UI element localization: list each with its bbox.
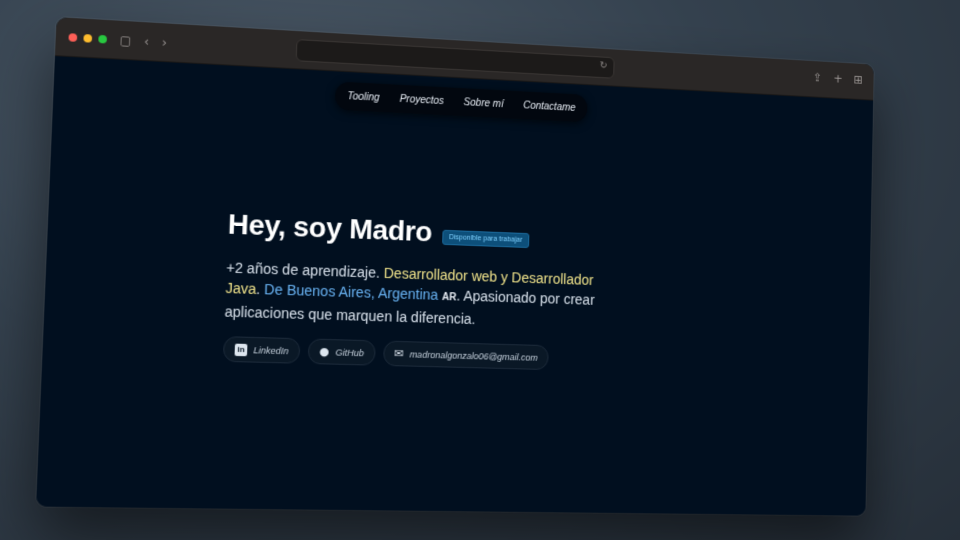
flag-ar: AR — [441, 291, 457, 304]
sidebar-icon[interactable]: ▢ — [119, 33, 132, 48]
email-button[interactable]: ✉ madronalgonzalo06@gmail.com — [382, 340, 549, 371]
hero-title-row: Hey, soy Madro Disponible para trabajar — [227, 208, 627, 256]
linkedin-button[interactable]: in LinkedIn — [222, 336, 301, 364]
toolbar-right: ⇪ + ⊞ — [813, 71, 863, 87]
maximize-window-button[interactable] — [98, 34, 108, 44]
bio-location-highlight: De Buenos Aires, Argentina — [264, 280, 439, 303]
social-links: in LinkedIn ● GitHub ✉ madronalgonzalo06… — [222, 336, 625, 372]
window-controls — [68, 32, 108, 44]
nav-item-tooling[interactable]: Tooling — [347, 91, 380, 104]
hero-section: Hey, soy Madro Disponible para trabajar … — [222, 208, 628, 372]
github-icon: ● — [319, 344, 330, 359]
github-button[interactable]: ● GitHub — [307, 338, 376, 366]
bio-text: +2 años de aprendizaje. Desarrollador we… — [224, 257, 626, 333]
email-label: madronalgonzalo06@gmail.com — [409, 348, 538, 363]
minimize-window-button[interactable] — [83, 33, 93, 43]
browser-window: ▢ ‹ › ↻ ⇪ + ⊞ Tooling Proyectos Sobre mí… — [36, 17, 874, 516]
nav-item-proyectos[interactable]: Proyectos — [399, 93, 444, 106]
bio-part-1: +2 años de aprendizaje. — [226, 259, 385, 281]
linkedin-label: LinkedIn — [253, 344, 289, 356]
linkedin-icon: in — [234, 343, 248, 356]
main-nav: Tooling Proyectos Sobre mí Contactame — [334, 81, 588, 123]
page-title: Hey, soy Madro — [227, 208, 433, 248]
mail-icon: ✉ — [394, 346, 404, 361]
share-icon[interactable]: ⇪ — [813, 71, 823, 85]
page-content: Tooling Proyectos Sobre mí Contactame He… — [36, 56, 874, 516]
nav-item-contactame[interactable]: Contactame — [523, 100, 576, 114]
github-label: GitHub — [335, 346, 365, 358]
forward-icon[interactable]: › — [162, 35, 168, 50]
new-tab-icon[interactable]: + — [833, 72, 842, 86]
back-icon[interactable]: ‹ — [144, 34, 150, 49]
nav-item-sobre-mi[interactable]: Sobre mí — [464, 97, 504, 110]
close-window-button[interactable] — [68, 32, 78, 42]
availability-badge: Disponible para trabajar — [441, 229, 530, 248]
stage: ▢ ‹ › ↻ ⇪ + ⊞ Tooling Proyectos Sobre mí… — [0, 0, 960, 540]
reload-icon[interactable]: ↻ — [599, 60, 607, 71]
tab-overview-icon[interactable]: ⊞ — [853, 73, 862, 87]
